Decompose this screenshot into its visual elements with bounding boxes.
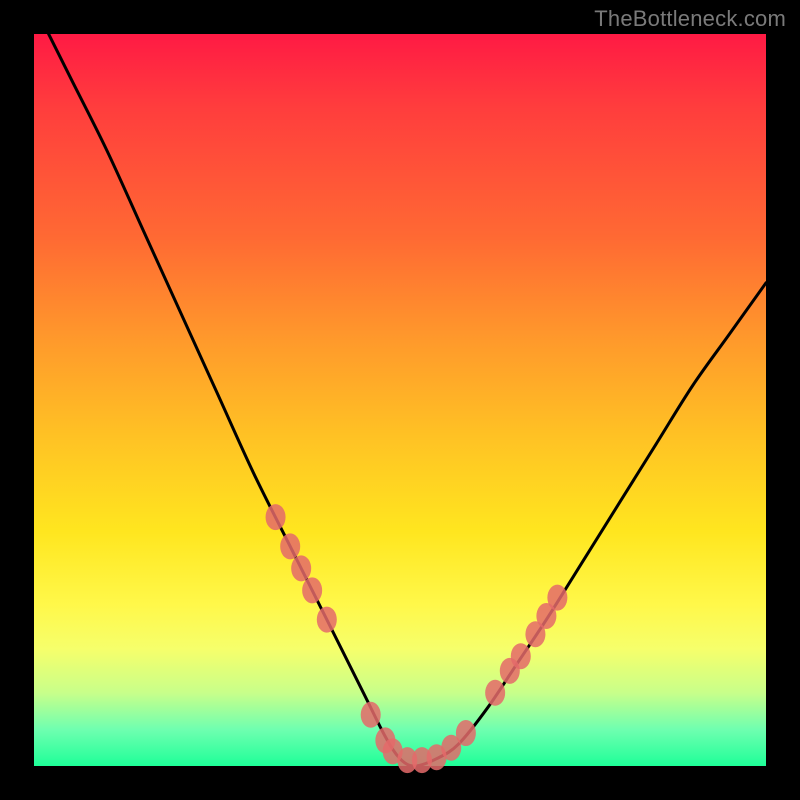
curve-marker xyxy=(302,577,322,603)
curve-marker xyxy=(361,702,381,728)
curve-marker xyxy=(291,555,311,581)
chart-svg xyxy=(34,34,766,766)
curve-marker xyxy=(485,680,505,706)
curve-markers xyxy=(266,504,568,773)
curve-marker xyxy=(266,504,286,530)
curve-marker xyxy=(456,720,476,746)
bottleneck-curve xyxy=(34,5,766,766)
curve-marker xyxy=(547,585,567,611)
chart-frame: TheBottleneck.com xyxy=(0,0,800,800)
curve-marker xyxy=(280,533,300,559)
plot-area xyxy=(34,34,766,766)
curve-marker xyxy=(511,643,531,669)
curve-marker xyxy=(317,607,337,633)
watermark-text: TheBottleneck.com xyxy=(594,6,786,32)
